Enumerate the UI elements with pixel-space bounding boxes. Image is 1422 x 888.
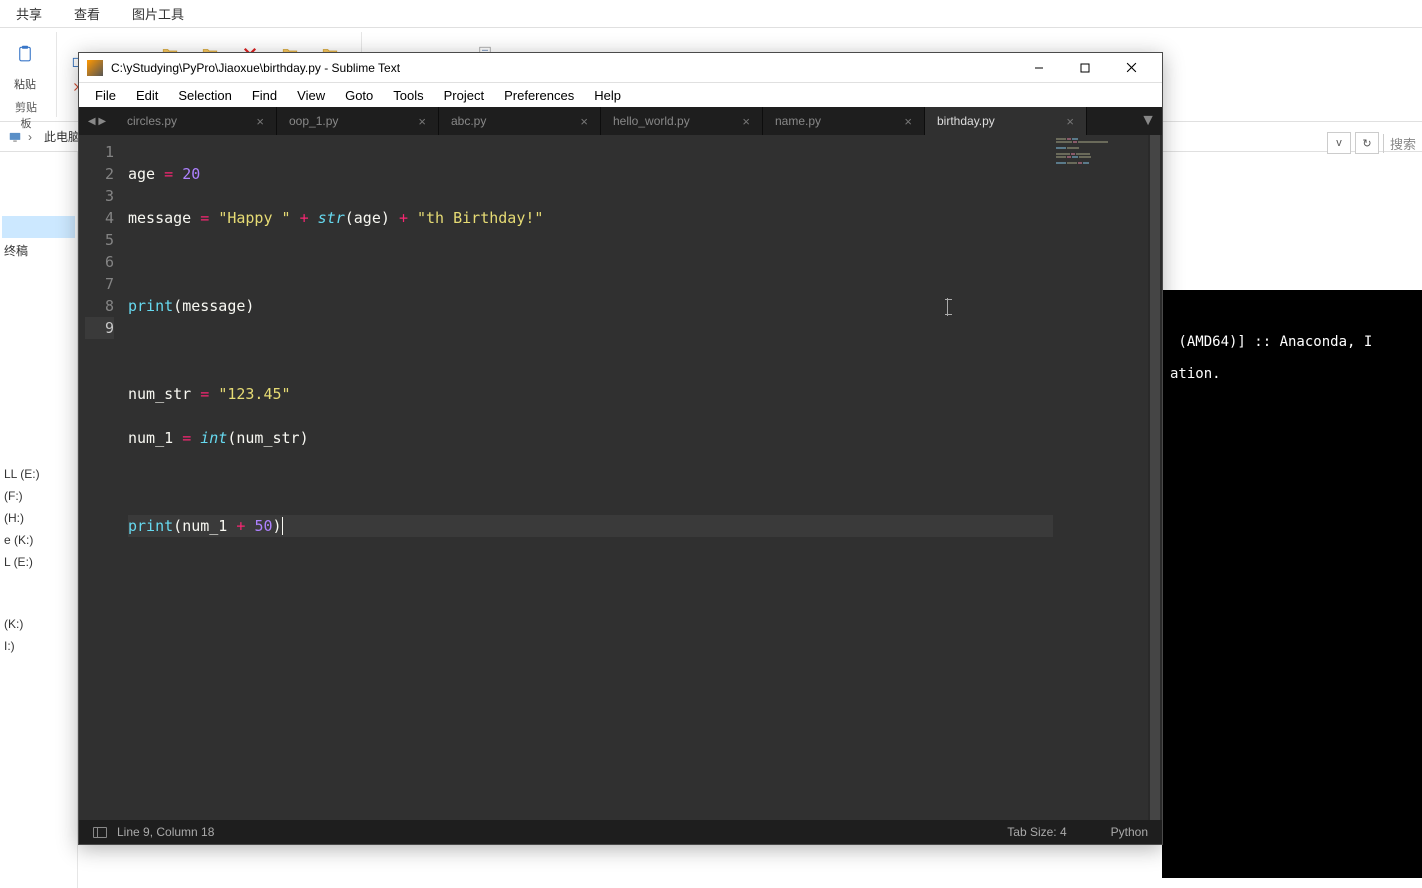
vertical-scrollbar[interactable]: [1148, 135, 1162, 820]
panel-toggle-icon[interactable]: [93, 827, 107, 838]
console-line: ation.: [1170, 366, 1221, 382]
search-input[interactable]: 搜索: [1383, 134, 1416, 153]
menubar: File Edit Selection Find View Goto Tools…: [79, 83, 1162, 107]
sidebar-drive[interactable]: L (E:): [2, 551, 75, 573]
close-button[interactable]: [1108, 53, 1154, 83]
menu-project[interactable]: Project: [434, 85, 494, 106]
console-line: (AMD64)] :: Anaconda, I: [1170, 334, 1372, 350]
sidebar-drive[interactable]: I:): [2, 635, 75, 657]
ribbon-tab-share[interactable]: 共享: [10, 0, 48, 27]
ribbon-tab-view[interactable]: 查看: [68, 0, 106, 27]
menu-view[interactable]: View: [287, 85, 335, 106]
tab-hello-world[interactable]: hello_world.py×: [601, 107, 763, 135]
minimize-button[interactable]: [1016, 53, 1062, 83]
scrollbar-thumb[interactable]: [1150, 135, 1160, 820]
mouse-text-cursor-icon: [947, 298, 948, 316]
ribbon-tab-image-tools[interactable]: 图片工具: [126, 0, 190, 27]
paste-label[interactable]: 粘贴: [14, 76, 36, 92]
tab-nav-arrows[interactable]: ◀ ▶: [79, 107, 115, 135]
menu-selection[interactable]: Selection: [168, 85, 241, 106]
sidebar-item[interactable]: [2, 216, 75, 238]
sidebar-drive[interactable]: (F:): [2, 485, 75, 507]
clipboard-icon[interactable]: [8, 34, 42, 74]
tab-circles[interactable]: circles.py×: [115, 107, 277, 135]
sidebar-drive[interactable]: (K:): [2, 613, 75, 635]
minimap[interactable]: [1053, 135, 1148, 820]
menu-help[interactable]: Help: [584, 85, 631, 106]
text-cursor: [282, 517, 283, 535]
titlebar[interactable]: C:\yStudying\PyPro\Jiaoxue\birthday.py -…: [79, 53, 1162, 83]
explorer-ribbon-tabs: 共享 查看 图片工具: [0, 0, 1422, 28]
maximize-button[interactable]: [1062, 53, 1108, 83]
menu-goto[interactable]: Goto: [335, 85, 383, 106]
status-cursor-pos[interactable]: Line 9, Column 18: [117, 825, 214, 839]
tab-abc[interactable]: abc.py×: [439, 107, 601, 135]
sidebar-drive[interactable]: e (K:): [2, 529, 75, 551]
menu-tools[interactable]: Tools: [383, 85, 433, 106]
tab-close-icon[interactable]: ×: [412, 114, 426, 129]
tab-close-icon[interactable]: ×: [574, 114, 588, 129]
tab-close-icon[interactable]: ×: [1060, 114, 1074, 129]
tab-birthday[interactable]: birthday.py×: [925, 107, 1087, 135]
status-language[interactable]: Python: [1111, 825, 1148, 839]
sidebar-item-drafts[interactable]: 终稿: [2, 238, 75, 263]
addr-dropdown-button[interactable]: v: [1327, 132, 1351, 154]
editor: 1 2 3 4 5 6 7 8 9 age = 20 message = "Ha…: [79, 135, 1162, 820]
sublime-window: C:\yStudying\PyPro\Jiaoxue\birthday.py -…: [78, 52, 1163, 845]
status-tabsize[interactable]: Tab Size: 4: [1007, 825, 1066, 839]
clipboard-group-label: 剪贴板: [0, 95, 52, 119]
computer-icon: [8, 130, 22, 144]
statusbar: Line 9, Column 18 Tab Size: 4 Python: [79, 820, 1162, 844]
line-gutter[interactable]: 1 2 3 4 5 6 7 8 9: [79, 135, 124, 820]
sidebar-drive[interactable]: LL (E:): [2, 463, 75, 485]
code-area[interactable]: age = 20 message = "Happy " + str(age) +…: [124, 135, 1053, 820]
tab-strip: ◀ ▶ circles.py× oop_1.py× abc.py× hello_…: [79, 107, 1162, 135]
menu-preferences[interactable]: Preferences: [494, 85, 584, 106]
address-bar-controls: v ↻ 搜索: [1327, 128, 1422, 158]
tab-name[interactable]: name.py×: [763, 107, 925, 135]
sidebar-drive[interactable]: (H:): [2, 507, 75, 529]
tab-close-icon[interactable]: ×: [898, 114, 912, 129]
tab-oop1[interactable]: oop_1.py×: [277, 107, 439, 135]
window-title: C:\yStudying\PyPro\Jiaoxue\birthday.py -…: [111, 61, 1016, 75]
tab-close-icon[interactable]: ×: [736, 114, 750, 129]
addr-refresh-button[interactable]: ↻: [1355, 132, 1379, 154]
menu-find[interactable]: Find: [242, 85, 287, 106]
window-controls: [1016, 53, 1154, 83]
tab-overflow-button[interactable]: ▼: [1134, 107, 1162, 135]
explorer-sidebar: 终稿 LL (E:) (F:) (H:) e (K:) L (E:) (K:) …: [0, 152, 78, 888]
tab-close-icon[interactable]: ×: [250, 114, 264, 129]
menu-file[interactable]: File: [85, 85, 126, 106]
menu-edit[interactable]: Edit: [126, 85, 168, 106]
console-window: (AMD64)] :: Anaconda, I ation.: [1162, 290, 1422, 878]
sublime-icon: [87, 60, 103, 76]
